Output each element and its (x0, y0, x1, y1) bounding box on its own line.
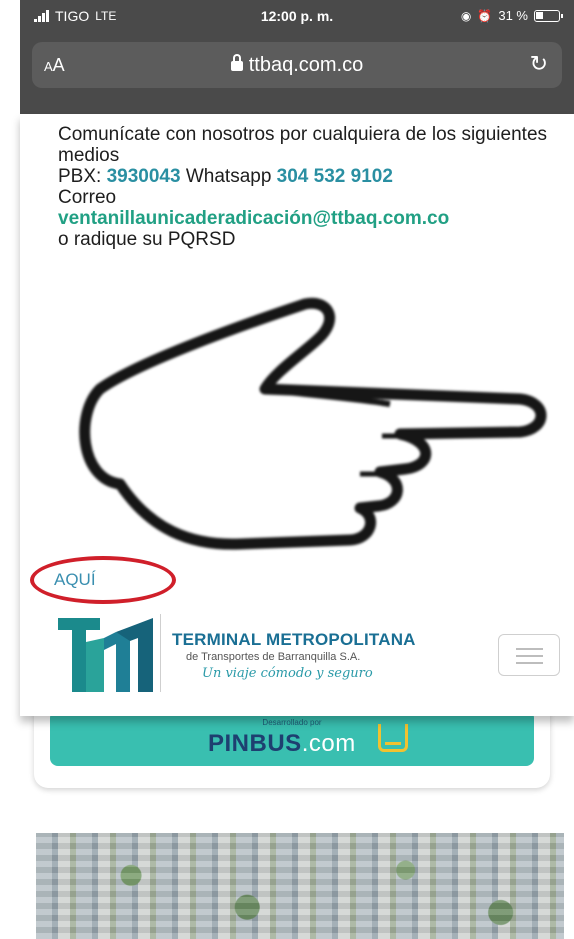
status-bar: TIGO LTE 12:00 p. m. ◉ ⏰ 31 % (20, 0, 574, 32)
whatsapp-label: Whatsapp (185, 166, 272, 187)
pinbus-button[interactable]: Desarrollado por PINBUS.com (50, 710, 534, 766)
terminal-logo (58, 618, 153, 692)
hamburger-line (516, 648, 543, 650)
phone-line: PBX: 3930043 Whatsapp 304 532 9102 (58, 166, 558, 187)
contact-popup: Comunícate con nosotros por cualquiera d… (20, 114, 574, 716)
address-bar[interactable]: AA ttbaq.com.co ↻ (32, 42, 562, 88)
battery-icon (534, 9, 563, 22)
pinbus-logo: PINBUS.com (208, 730, 356, 758)
brand-slogan: Un viaje cómodo y seguro (202, 666, 373, 681)
red-annotation-circle (30, 556, 176, 604)
pbx-number[interactable]: 3930043 (107, 166, 181, 187)
hamburger-line (516, 662, 543, 664)
hand-pointer-icon (79, 297, 547, 550)
status-right: ◉ ⏰ 31 % (460, 8, 563, 23)
radique-text: o radique su PQRSD (58, 229, 236, 250)
correo-label: Correo (58, 187, 117, 208)
brand-title: TERMINAL METROPOLITANA (172, 630, 416, 649)
pinbus-name: PINBUS (208, 730, 302, 757)
pinbus-tld: .com (301, 730, 356, 757)
bus-icon (378, 724, 408, 752)
contact-info: Comunícate con nosotros por cualquiera d… (58, 124, 558, 250)
url-display[interactable]: ttbaq.com.co (32, 54, 562, 77)
hamburger-line (516, 655, 543, 657)
domain-text: ttbaq.com.co (248, 54, 364, 76)
reload-icon[interactable]: ↻ (530, 51, 548, 77)
hamburger-menu-button[interactable] (498, 634, 560, 676)
browser-toolbar: AA ttbaq.com.co ↻ (20, 32, 574, 114)
location-icon: ◉ (460, 8, 472, 23)
contact-intro: Comunícate con nosotros por cualquiera d… (58, 124, 548, 166)
battery-percent: 31 % (498, 8, 528, 23)
developed-by-text: Desarrollado por (262, 718, 322, 727)
pbx-label: PBX: (58, 166, 102, 187)
alarm-icon: ⏰ (477, 8, 493, 23)
email-link[interactable]: ventanillaunicaderadicación@ttbaq.com.co (58, 208, 558, 229)
brand-separator (160, 614, 161, 692)
brand-text: TERMINAL METROPOLITANA de Transportes de… (172, 630, 462, 681)
whatsapp-number[interactable]: 304 532 9102 (277, 166, 393, 187)
brand-subtitle: de Transportes de Barranquilla S.A. (186, 651, 361, 663)
city-photo (36, 833, 564, 939)
lock-icon (230, 54, 243, 71)
